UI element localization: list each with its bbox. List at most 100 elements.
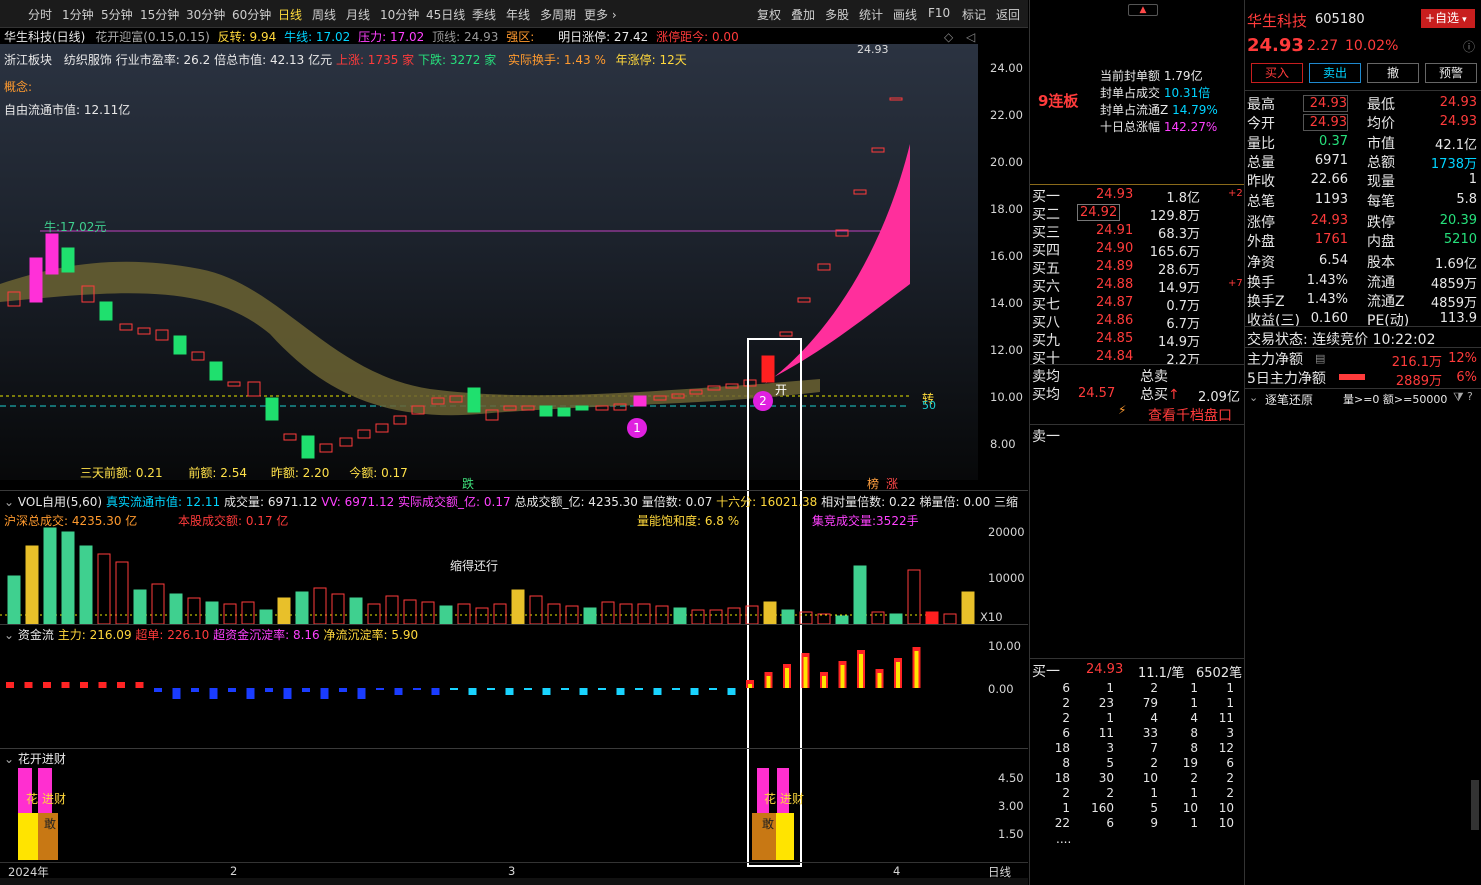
sell-button[interactable]: 卖出 <box>1309 63 1361 83</box>
panel-divider <box>0 624 1028 625</box>
mark-button[interactable]: 标记 <box>962 6 986 23</box>
candle <box>265 397 279 421</box>
draw-line-button[interactable]: 画线 <box>893 6 917 23</box>
tab-30min[interactable]: 30分钟 <box>186 6 225 23</box>
bid-row[interactable]: 买二 24.92 129.8万 <box>1030 204 1244 224</box>
bid-row[interactable]: 买三 24.91 68.3万 <box>1030 222 1244 242</box>
niu-price-label: 牛:17.02元 <box>44 220 107 234</box>
tick-cell: 6 <box>1226 756 1234 770</box>
cancel-order-button[interactable]: 撤 <box>1367 63 1419 83</box>
diamond-icon[interactable]: ◇ <box>944 30 953 44</box>
chevron-down-icon[interactable]: ⌄ <box>4 495 14 509</box>
tab-10min[interactable]: 10分钟 <box>380 6 419 23</box>
volume-bar <box>241 601 255 624</box>
add-favorite-button[interactable]: +自选 ▾ <box>1421 9 1475 28</box>
candle <box>557 407 571 417</box>
tick-cell: 2 <box>1150 681 1158 695</box>
candle <box>375 423 389 433</box>
tab-5min[interactable]: 5分钟 <box>101 6 133 23</box>
tab-daily[interactable]: 日线 <box>278 6 302 23</box>
volume-bar <box>349 597 363 624</box>
ten-day-label: 十日总涨幅 <box>1100 120 1161 134</box>
info-line: 浙江板块 纺织服饰 行业市盈率: 26.2 倍总市值: 42.13 亿元 上涨:… <box>4 51 687 68</box>
bid-row[interactable]: 买八 24.86 6.7万 <box>1030 312 1244 332</box>
quote-label: PE(动) <box>1367 313 1410 330</box>
bid-label: 买二 <box>1032 207 1060 223</box>
tab-monthly[interactable]: 月线 <box>346 6 370 23</box>
arrow-left-icon[interactable]: ◁ <box>966 30 975 44</box>
block-label[interactable]: 浙江板块 <box>4 53 52 67</box>
volume-bar <box>403 599 417 624</box>
chevron-down-icon[interactable]: ⌄ <box>1249 391 1258 404</box>
tick-cell: 8 <box>1190 741 1198 755</box>
quote-label: 今开 <box>1247 116 1275 133</box>
fund-bar <box>61 682 70 688</box>
up-count: 上涨: 1735 家 <box>335 53 415 67</box>
table-icon[interactable]: ▤ <box>1315 352 1325 365</box>
tab-45day[interactable]: 45日线 <box>426 6 465 23</box>
alert-button[interactable]: 预警 <box>1425 63 1477 83</box>
bid-label: 买九 <box>1032 333 1060 349</box>
view-depth-button[interactable]: 查看千档盘口 <box>1148 405 1232 425</box>
industry-label[interactable]: 纺织服饰 <box>64 53 112 67</box>
tab-multi-period[interactable]: 多周期 <box>540 6 576 23</box>
bid-row[interactable]: 买六 24.88 14.9万 +7 <box>1030 276 1244 296</box>
main-net-label: 主力净额 <box>1247 352 1303 368</box>
stock-code: 605180 <box>1315 12 1365 27</box>
chevron-down-icon[interactable]: ⌄ <box>4 752 14 766</box>
signal-circle-1[interactable]: 1 <box>627 418 647 438</box>
info-circle-icon[interactable]: ⓘ <box>1463 38 1475 55</box>
tick-filter[interactable]: 量>=0 额>=50000 <box>1343 391 1447 407</box>
f10-button[interactable]: F10 <box>928 6 950 20</box>
tab-1min[interactable]: 1分钟 <box>62 6 94 23</box>
candle <box>227 381 241 387</box>
fund-bar-inner <box>914 651 919 688</box>
quote-label: 量比 <box>1247 135 1275 152</box>
tick-cell: 1 <box>1190 696 1198 710</box>
volume-bar <box>511 589 525 624</box>
volume-bar <box>187 597 201 624</box>
tick-cell: 7 <box>1150 741 1158 755</box>
total-buy-label: 总买↑ <box>1140 387 1180 403</box>
tab-15min[interactable]: 15分钟 <box>140 6 179 23</box>
quote-label: 流通 <box>1367 274 1395 291</box>
filter-icon[interactable]: ⧩ <box>1453 390 1464 405</box>
three-days-amt: 三天前额: 0.21 <box>80 466 163 480</box>
tick-cell: 1 <box>1226 681 1234 695</box>
tab-yearly[interactable]: 年线 <box>506 6 530 23</box>
help-icon[interactable]: ? <box>1467 390 1473 403</box>
vol-title[interactable]: VOL自用(5,60) <box>18 495 102 509</box>
tab-weekly[interactable]: 周线 <box>312 6 336 23</box>
indicator-name[interactable]: 花开迎富(0.15,0.15) <box>95 30 210 44</box>
bid-row[interactable]: 买九 24.85 14.9万 <box>1030 330 1244 350</box>
scrollbar[interactable] <box>1471 780 1479 830</box>
candle <box>853 189 867 195</box>
five-day-label: 5日主力净额 <box>1247 371 1326 387</box>
stats-button[interactable]: 统计 <box>859 6 883 23</box>
overlay-button[interactable]: 叠加 <box>791 6 815 23</box>
collapse-up-icon[interactable]: ▲ <box>1128 4 1158 16</box>
date-tick: 2 <box>230 864 238 878</box>
buy-button[interactable]: 买入 <box>1251 63 1303 83</box>
multi-stock-button[interactable]: 多股 <box>825 6 849 23</box>
tick-restore-label[interactable]: 逐笔还原 <box>1265 391 1313 408</box>
bid-row[interactable]: 买四 24.90 165.6万 <box>1030 240 1244 260</box>
bid-row[interactable]: 买五 24.89 28.6万 <box>1030 258 1244 278</box>
tab-60min[interactable]: 60分钟 <box>232 6 271 23</box>
dingxian-value: 顶线: 24.93 <box>432 30 499 44</box>
bid-row[interactable]: 买一 24.93 1.8亿 +2 <box>1030 186 1244 206</box>
tick-cell: 18 <box>1054 741 1070 755</box>
fund-bar <box>394 688 403 695</box>
back-button[interactable]: 返回 <box>996 6 1020 23</box>
tab-more[interactable]: 更多 › <box>584 6 617 23</box>
tab-quarterly[interactable]: 季线 <box>472 6 496 23</box>
volume-bar <box>25 545 39 624</box>
fuquan-button[interactable]: 复权 <box>757 6 781 23</box>
tab-fenshi[interactable]: 分时 <box>28 6 52 23</box>
volume-bar <box>799 611 813 624</box>
candle <box>301 435 315 459</box>
hk-title[interactable]: 花开进财 <box>18 752 66 766</box>
bid-row[interactable]: 买七 24.87 0.7万 <box>1030 294 1244 314</box>
fund-bar <box>690 688 699 695</box>
tick-cell: 160 <box>1091 801 1114 815</box>
